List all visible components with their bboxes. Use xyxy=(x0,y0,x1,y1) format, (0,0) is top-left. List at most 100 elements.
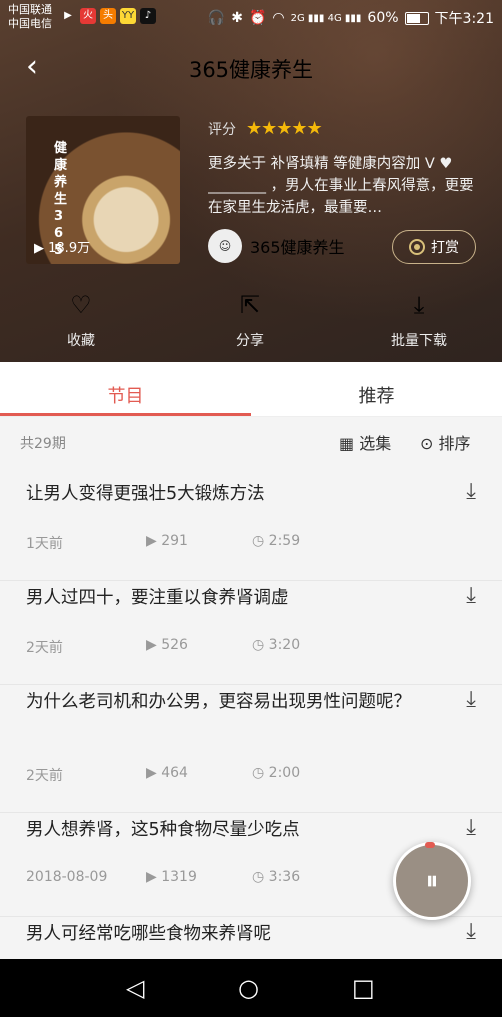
app-notification-icon: 头 xyxy=(100,8,116,24)
tab-episodes[interactable]: 节目 xyxy=(0,382,251,408)
select-episodes-button[interactable]: ▦ 选集 xyxy=(339,430,391,454)
batch-download-button[interactable]: ⤓ 批量下载 xyxy=(374,290,464,350)
episode-title[interactable]: 让男人变得更强壮5大锻炼方法 xyxy=(26,481,426,507)
download-icon[interactable]: ⤓ xyxy=(466,479,476,504)
download-icon[interactable]: ⤓ xyxy=(466,583,476,608)
alarm-icon: ⏰ xyxy=(248,10,267,26)
play-count: 526 xyxy=(161,637,188,653)
signal-icon: 2G ▮▮▮ 4G ▮▮▮ xyxy=(290,12,362,24)
author-info[interactable]: ☺ 365健康养生 xyxy=(208,229,345,263)
nav-back-icon[interactable]: ◁ xyxy=(126,974,144,1002)
play-count: 464 xyxy=(161,765,188,781)
list-item[interactable]: 男人可经常吃哪些食物来养肾呢 ⤓ xyxy=(0,917,502,959)
carrier-2: 中国电信 xyxy=(8,17,52,30)
favorite-button[interactable]: ♡ 收藏 xyxy=(36,290,126,350)
episode-title[interactable]: 男人过四十，要注重以食养肾调虚 xyxy=(26,585,426,611)
page-title: 365健康养生 xyxy=(188,58,314,82)
list-item[interactable]: 为什么老司机和办公男，更容易出现男性问题呢？ ⤓ 2天前 ▶ 464 ◷ 2:0… xyxy=(0,685,502,813)
sort-icon: ⊙ xyxy=(420,434,434,453)
system-status: 🎧 ✱ ⏰ ◠ 2G ▮▮▮ 4G ▮▮▮ 60% 下午3:21 xyxy=(208,8,494,28)
action-bar: ♡ 收藏 ⇱ 分享 ⤓ 批量下载 xyxy=(0,290,502,350)
clock-icon: ◷ xyxy=(252,869,269,885)
download-icon: ⤓ xyxy=(413,291,425,319)
tab-recommend[interactable]: 推荐 xyxy=(251,382,502,408)
avatar[interactable]: ☺ xyxy=(208,229,242,263)
play-icon: ▶ xyxy=(146,637,162,653)
nav-home-icon[interactable]: ○ xyxy=(238,974,259,1002)
battery-percent: 60% xyxy=(367,10,399,26)
episode-duration: ◷ 3:36 xyxy=(252,869,300,885)
episode-date: 2天前 xyxy=(26,640,63,656)
album-cover[interactable]: 健康养生365 ▶ 18.9万 xyxy=(26,116,180,264)
tiktok-notification-icon: ♪ xyxy=(140,8,156,24)
headphone-icon: 🎧 xyxy=(207,10,226,26)
album-description[interactable]: 更多关于 补肾填精 等健康内容加 V ♥ ________ ，男人在事业上春风得… xyxy=(208,153,476,219)
star-rating-icon: ★★★★★ xyxy=(246,118,323,139)
rating: 评分 ★★★★★ xyxy=(208,118,323,139)
download-icon[interactable]: ⤓ xyxy=(466,919,476,944)
episode-title[interactable]: 为什么老司机和办公男，更容易出现男性问题呢？ xyxy=(26,689,426,715)
episode-date: 2018-08-09 xyxy=(26,869,108,885)
episode-title[interactable]: 男人想养肾，这5种食物尽量少吃点 xyxy=(26,817,426,843)
duration: 3:20 xyxy=(268,637,301,653)
carrier-1: 中国联通 xyxy=(8,3,52,16)
episode-meta: 2018-08-09 ▶ 1319 ◷ 3:36 xyxy=(26,869,300,885)
nav-recent-icon[interactable]: □ xyxy=(352,974,375,1002)
clock-icon: ◷ xyxy=(252,765,269,781)
duration: 3:36 xyxy=(268,869,301,885)
share-icon: ⇱ xyxy=(239,291,261,319)
duration: 2:00 xyxy=(268,765,301,781)
download-icon[interactable]: ⤓ xyxy=(466,815,476,840)
favorite-label: 收藏 xyxy=(67,333,95,349)
share-button[interactable]: ⇱ 分享 xyxy=(205,290,295,350)
coin-icon xyxy=(409,239,425,255)
play-notification-icon: ▶ xyxy=(64,10,72,21)
episode-duration: ◷ 2:59 xyxy=(252,533,300,553)
batch-download-label: 批量下载 xyxy=(391,333,447,349)
episode-plays: ▶ 1319 xyxy=(146,869,252,885)
playing-indicator xyxy=(425,842,435,848)
play-icon: ▶ xyxy=(146,533,162,549)
episode-meta: 2天前 ▶ 526 ◷ 3:20 xyxy=(26,637,300,657)
grid-icon: ▦ xyxy=(339,434,355,453)
episode-date: 2天前 xyxy=(26,768,63,784)
cover-play-count: ▶ 18.9万 xyxy=(34,241,91,256)
duration: 2:59 xyxy=(268,533,301,549)
reward-label: 打赏 xyxy=(431,240,459,256)
episode-plays: ▶ 291 xyxy=(146,533,252,553)
play-count: 291 xyxy=(161,533,188,549)
clock-icon: ◷ xyxy=(252,533,269,549)
now-playing-icon: ⏸ xyxy=(425,865,439,896)
download-icon[interactable]: ⤓ xyxy=(466,687,476,712)
episode-meta: 2天前 ▶ 464 ◷ 2:00 xyxy=(26,765,300,785)
now-playing-button[interactable]: ⏸ xyxy=(393,842,471,920)
episode-plays: ▶ 464 xyxy=(146,765,252,785)
episode-date: 1天前 xyxy=(26,536,63,552)
list-header: 共29期 ▦ 选集 ⊙ 排序 xyxy=(0,417,502,465)
play-icon: ▶ xyxy=(146,765,162,781)
rating-label: 评分 xyxy=(208,121,236,138)
episode-count: 共29期 xyxy=(20,436,66,452)
list-item[interactable]: 让男人变得更强壮5大锻炼方法 ⤓ 1天前 ▶ 291 ◷ 2:59 xyxy=(0,477,502,581)
reward-button[interactable]: 打赏 xyxy=(392,230,476,264)
top-nav: ‹ 365健康养生 xyxy=(0,44,502,92)
episode-title[interactable]: 男人可经常吃哪些食物来养肾呢 xyxy=(26,921,426,947)
share-label: 分享 xyxy=(236,333,264,349)
sort-button[interactable]: ⊙ 排序 xyxy=(420,430,471,454)
status-bar: 中国联通 中国电信 ▶ 火 头 YY ♪ 🎧 ✱ ⏰ ◠ 2G ▮▮▮ 4G ▮… xyxy=(0,0,502,34)
episode-plays: ▶ 526 xyxy=(146,637,252,657)
system-navbar: ◁ ○ □ xyxy=(0,959,502,1017)
tab-bar: 节目 推荐 xyxy=(0,370,502,417)
episode-duration: ◷ 3:20 xyxy=(252,637,300,657)
author-name[interactable]: 365健康养生 xyxy=(250,234,345,258)
heart-icon: ♡ xyxy=(70,291,92,319)
notification-icons: ▶ 火 头 YY ♪ xyxy=(60,8,156,24)
app-notification-icon: 火 xyxy=(80,8,96,24)
list-item[interactable]: 男人过四十，要注重以食养肾调虚 ⤓ 2天前 ▶ 526 ◷ 3:20 xyxy=(0,581,502,685)
battery-icon xyxy=(404,11,429,25)
clock: 下午3:21 xyxy=(434,11,494,27)
battery-fill xyxy=(406,13,420,23)
select-label: 选集 xyxy=(359,434,392,453)
clock-icon: ◷ xyxy=(252,637,269,653)
bluetooth-icon: ✱ xyxy=(231,10,243,26)
